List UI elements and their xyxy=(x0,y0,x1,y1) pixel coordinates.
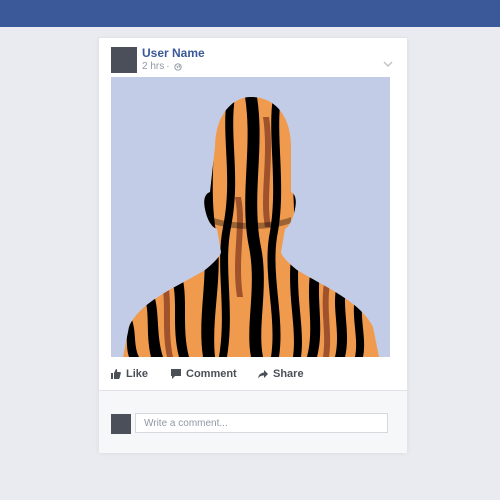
share-button[interactable]: Share xyxy=(258,368,304,380)
meta-separator: · xyxy=(166,61,170,72)
comment-input[interactable] xyxy=(135,413,388,433)
tiger-stripe-silhouette xyxy=(123,97,379,357)
post-meta: 2 hrs · xyxy=(142,61,182,72)
speech-bubble-icon xyxy=(171,369,181,379)
comment-label: Comment xyxy=(186,368,237,380)
like-label: Like xyxy=(126,368,149,380)
thumbs-up-icon xyxy=(111,369,121,379)
comment-button[interactable]: Comment xyxy=(171,368,237,380)
chevron-down-icon[interactable] xyxy=(383,55,393,67)
commenter-avatar xyxy=(111,414,131,434)
like-button[interactable]: Like xyxy=(111,368,148,380)
author-name-link[interactable]: User Name xyxy=(142,46,205,60)
post-actions: Like Comment Share xyxy=(111,368,401,384)
post-card: User Name 2 hrs · Like Comment Share Wri… xyxy=(99,38,407,453)
post-timestamp[interactable]: 2 hrs xyxy=(142,61,164,72)
share-arrow-icon xyxy=(258,370,268,379)
top-navigation-bar xyxy=(0,0,500,27)
comment-section xyxy=(99,390,407,453)
share-label: Share xyxy=(273,368,304,380)
globe-icon xyxy=(173,62,182,71)
post-photo[interactable] xyxy=(111,77,390,357)
author-avatar[interactable] xyxy=(111,47,137,73)
